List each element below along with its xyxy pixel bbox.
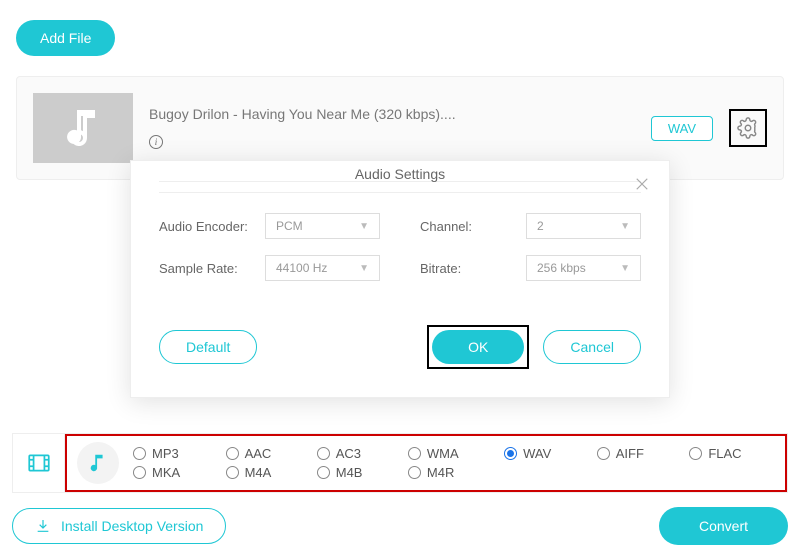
format-option-mp3[interactable]: MP3 — [133, 446, 214, 461]
format-label: FLAC — [708, 446, 741, 461]
format-label: AAC — [245, 446, 272, 461]
encoder-dropdown[interactable]: PCM▼ — [265, 213, 380, 239]
format-label: MP3 — [152, 446, 179, 461]
music-note-icon — [87, 452, 109, 474]
add-file-button[interactable]: Add File — [16, 20, 115, 56]
audio-thumbnail — [33, 93, 133, 163]
video-tab[interactable] — [13, 434, 65, 492]
convert-button[interactable]: Convert — [659, 507, 788, 545]
radio-icon — [689, 447, 702, 460]
channel-dropdown[interactable]: 2▼ — [526, 213, 641, 239]
radio-icon — [317, 466, 330, 479]
install-desktop-button[interactable]: Install Desktop Version — [12, 508, 226, 544]
audio-tab[interactable] — [77, 442, 119, 484]
format-option-flac[interactable]: FLAC — [689, 446, 775, 461]
format-option-aac[interactable]: AAC — [226, 446, 305, 461]
radio-icon — [504, 447, 517, 460]
format-option-wma[interactable]: WMA — [408, 446, 492, 461]
channel-label: Channel: — [420, 219, 512, 234]
samplerate-dropdown[interactable]: 44100 Hz▼ — [265, 255, 380, 281]
radio-icon — [408, 447, 421, 460]
format-option-ac3[interactable]: AC3 — [317, 446, 396, 461]
radio-icon — [133, 447, 146, 460]
format-option-aiff[interactable]: AIFF — [597, 446, 678, 461]
format-label: M4A — [245, 465, 272, 480]
ok-highlight: OK — [427, 325, 529, 369]
format-label: M4B — [336, 465, 363, 480]
format-option-m4a[interactable]: M4A — [226, 465, 305, 480]
ok-button[interactable]: OK — [432, 330, 524, 364]
format-bar: MP3 AAC AC3 WMA WAV AIFF FLAC MKA M4A M4B M4R — [12, 433, 788, 493]
film-icon — [26, 450, 52, 476]
chevron-down-icon: ▼ — [620, 263, 630, 274]
close-icon — [633, 175, 651, 193]
bitrate-dropdown[interactable]: 256 kbps▼ — [526, 255, 641, 281]
music-note-icon — [59, 104, 107, 152]
radio-icon — [226, 447, 239, 460]
radio-icon — [226, 466, 239, 479]
modal-title: Audio Settings — [159, 152, 641, 193]
format-label: MKA — [152, 465, 180, 480]
format-label: AC3 — [336, 446, 361, 461]
format-label: WAV — [523, 446, 551, 461]
radio-icon — [597, 447, 610, 460]
format-label: WMA — [427, 446, 459, 461]
format-option-m4b[interactable]: M4B — [317, 465, 396, 480]
format-option-wav[interactable]: WAV — [504, 446, 585, 461]
chevron-down-icon: ▼ — [620, 221, 630, 232]
chevron-down-icon: ▼ — [359, 221, 369, 232]
file-title: Bugoy Drilon - Having You Near Me (320 k… — [149, 106, 635, 122]
audio-settings-modal: Audio Settings Audio Encoder: PCM▼ Chann… — [130, 160, 670, 398]
encoder-label: Audio Encoder: — [159, 219, 251, 234]
download-icon — [35, 518, 51, 534]
gear-icon — [737, 117, 759, 139]
radio-icon — [133, 466, 146, 479]
info-icon[interactable]: i — [149, 135, 163, 149]
bitrate-label: Bitrate: — [420, 261, 512, 276]
chevron-down-icon: ▼ — [359, 263, 369, 274]
format-label: AIFF — [616, 446, 644, 461]
settings-button[interactable] — [729, 109, 767, 147]
output-format-badge[interactable]: WAV — [651, 116, 713, 141]
format-option-mka[interactable]: MKA — [133, 465, 214, 480]
audio-formats-panel: MP3 AAC AC3 WMA WAV AIFF FLAC MKA M4A M4B M4R — [65, 434, 787, 492]
modal-close-button[interactable] — [633, 175, 651, 198]
samplerate-label: Sample Rate: — [159, 261, 251, 276]
default-button[interactable]: Default — [159, 330, 257, 364]
format-label: M4R — [427, 465, 454, 480]
radio-icon — [408, 466, 421, 479]
cancel-button[interactable]: Cancel — [543, 330, 641, 364]
radio-icon — [317, 447, 330, 460]
format-option-m4r[interactable]: M4R — [408, 465, 492, 480]
